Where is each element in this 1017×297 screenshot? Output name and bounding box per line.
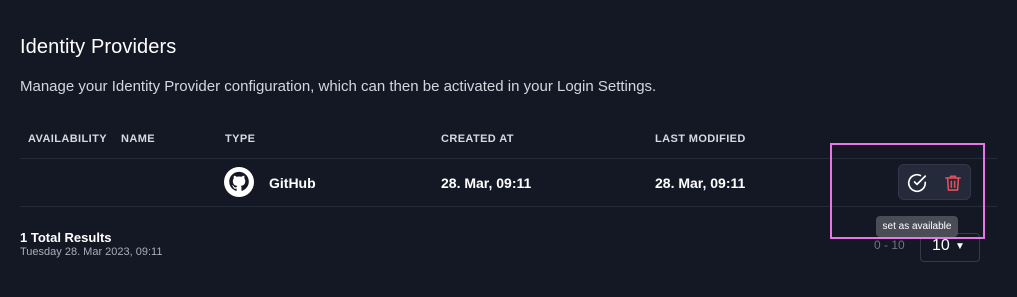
- table-header-availability: AVAILABILITY: [28, 133, 107, 145]
- total-results: 1 Total Results: [20, 230, 112, 245]
- pagination-range: 0 - 10: [874, 238, 905, 252]
- row-actions: [898, 164, 971, 200]
- created-at-value: 28. Mar, 09:11: [441, 175, 532, 191]
- chevron-down-icon: ▼: [955, 241, 965, 252]
- table-header-created-at: CREATED AT: [441, 133, 514, 145]
- table-header-name: NAME: [121, 133, 155, 145]
- table-row[interactable]: GitHub 28. Mar, 09:11 28. Mar, 09:11: [20, 159, 997, 206]
- delete-button[interactable]: [939, 169, 967, 197]
- table-header-last-modified: LAST MODIFIED: [655, 133, 746, 145]
- page-size-value: 10: [932, 237, 950, 254]
- page-title: Identity Providers: [20, 36, 177, 58]
- row-divider: [20, 206, 997, 207]
- result-timestamp: Tuesday 28. Mar 2023, 09:11: [20, 246, 163, 258]
- last-modified-value: 28. Mar, 09:11: [655, 175, 746, 191]
- trash-icon: [943, 173, 963, 193]
- check-circle-icon: [906, 172, 928, 194]
- github-icon: [224, 167, 254, 197]
- page-description: Manage your Identity Provider configurat…: [20, 78, 657, 95]
- tooltip-set-available: set as available: [876, 216, 958, 237]
- table-header-type: TYPE: [225, 133, 256, 145]
- set-available-button[interactable]: [903, 169, 931, 197]
- page-size-select[interactable]: 10 ▼: [920, 233, 980, 262]
- provider-type-label: GitHub: [269, 175, 316, 191]
